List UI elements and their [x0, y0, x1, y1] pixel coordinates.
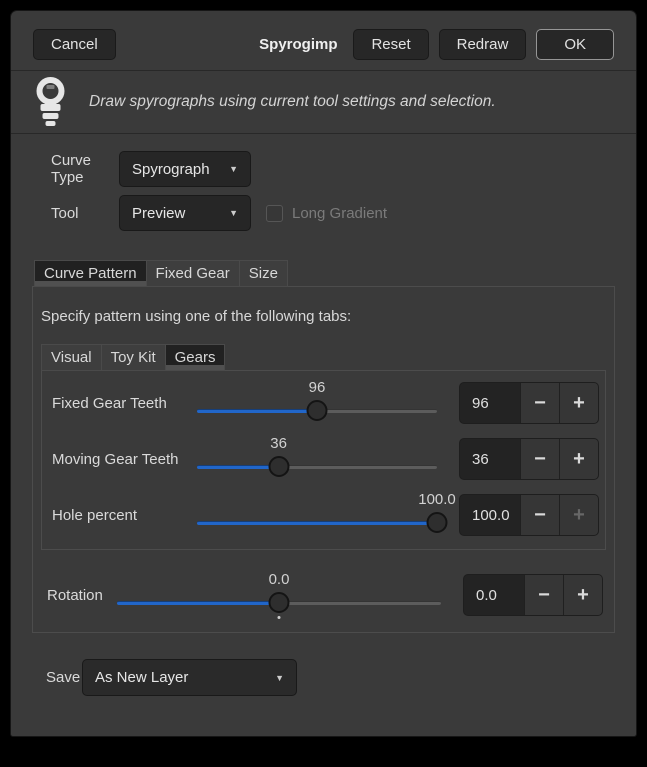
tab-gears[interactable]: Gears — [165, 344, 226, 371]
moving-gear-teeth-slider[interactable]: 36 — [197, 434, 437, 484]
cancel-button[interactable]: Cancel — [33, 29, 116, 60]
fixed-gear-teeth-slider[interactable]: 96 — [197, 378, 437, 428]
spyrogimp-dialog: Cancel Spyrogimp Reset Redraw OK Draw sp… — [10, 10, 637, 737]
rotation-label: Rotation — [47, 587, 117, 604]
tool-value: Preview — [132, 205, 185, 222]
gears-tab-page: Fixed Gear Teeth 96 96 − + Movi — [41, 370, 606, 550]
curve-type-dropdown[interactable]: Spyrograph ▼ — [119, 151, 251, 187]
hole-percent-spinbox: 100.0 − + — [459, 494, 599, 536]
plus-button[interactable]: + — [559, 383, 598, 423]
moving-gear-teeth-spinbox: 36 − + — [459, 438, 599, 480]
tab-curve-pattern[interactable]: Curve Pattern — [34, 260, 146, 287]
minus-button[interactable]: − — [524, 575, 563, 615]
hole-percent-slider[interactable]: 100.0 — [197, 490, 437, 540]
rotation-slider[interactable]: 0.0 — [117, 570, 441, 620]
pattern-tab-bar: Curve Pattern Fixed Gear Size — [34, 260, 636, 287]
tab-toy-kit[interactable]: Toy Kit — [101, 344, 165, 371]
slider-handle[interactable] — [269, 592, 290, 613]
reset-button[interactable]: Reset — [353, 29, 428, 60]
long-gradient-checkbox — [266, 205, 283, 222]
save-row: Save As New Layer ▼ — [46, 659, 636, 696]
minus-button[interactable]: − — [520, 495, 559, 535]
slider-fill — [197, 409, 317, 413]
slider-center-mark — [278, 616, 281, 619]
chevron-down-icon: ▼ — [229, 164, 238, 174]
slider-handle[interactable] — [307, 400, 328, 421]
slider-fill — [117, 601, 279, 605]
tool-dropdown[interactable]: Preview ▼ — [119, 195, 251, 231]
redraw-button[interactable]: Redraw — [439, 29, 527, 60]
info-message: Draw spyrographs using current tool sett… — [89, 93, 496, 111]
minus-button[interactable]: − — [520, 439, 559, 479]
rotation-spinbox: 0.0 − + — [463, 574, 603, 616]
chevron-down-icon: ▼ — [275, 673, 284, 683]
slider-value-label: 36 — [270, 435, 287, 452]
chevron-down-icon: ▼ — [229, 208, 238, 218]
top-controls: Curve Type Spyrograph ▼ Tool Preview ▼ L… — [11, 134, 636, 231]
moving-gear-teeth-row: Moving Gear Teeth 36 36 − + — [52, 431, 599, 487]
slider-handle[interactable] — [268, 456, 289, 477]
hole-percent-row: Hole percent 100.0 100.0 − + — [52, 487, 599, 543]
spin-entry[interactable]: 36 — [460, 439, 520, 479]
plus-button[interactable]: + — [563, 575, 602, 615]
slider-value-label: 100.0 — [418, 491, 456, 508]
dialog-title: Spyrogimp — [259, 36, 337, 53]
tab-fixed-gear[interactable]: Fixed Gear — [146, 260, 239, 287]
plus-button[interactable]: + — [559, 439, 598, 479]
save-value: As New Layer — [95, 669, 188, 686]
spin-entry[interactable]: 96 — [460, 383, 520, 423]
pattern-source-tab-bar: Visual Toy Kit Gears — [41, 344, 614, 371]
tab-visual[interactable]: Visual — [41, 344, 101, 371]
ok-button[interactable]: OK — [536, 29, 614, 60]
moving-gear-teeth-label: Moving Gear Teeth — [52, 451, 197, 468]
slider-fill — [197, 465, 279, 469]
tool-label: Tool — [51, 205, 119, 222]
pattern-notebook: Curve Pattern Fixed Gear Size Specify pa… — [11, 260, 636, 633]
curve-type-value: Spyrograph — [132, 161, 210, 178]
slider-value-label: 0.0 — [269, 571, 290, 588]
curve-type-label: Curve Type — [51, 152, 119, 186]
pattern-tab-page: Specify pattern using one of the followi… — [32, 286, 615, 633]
spin-entry[interactable]: 100.0 — [460, 495, 520, 535]
fixed-gear-teeth-label: Fixed Gear Teeth — [52, 395, 197, 412]
fixed-gear-teeth-row: Fixed Gear Teeth 96 96 − + — [52, 375, 599, 431]
save-label: Save — [46, 669, 82, 686]
rotation-row: Rotation 0.0 0.0 − + — [47, 564, 603, 626]
minus-button[interactable]: − — [520, 383, 559, 423]
dialog-header: Cancel Spyrogimp Reset Redraw OK — [11, 11, 636, 68]
plus-button: + — [559, 495, 598, 535]
lightbulb-icon — [34, 76, 67, 128]
pattern-description: Specify pattern using one of the followi… — [41, 308, 614, 325]
long-gradient-label: Long Gradient — [292, 205, 387, 222]
fixed-gear-teeth-spinbox: 96 − + — [459, 382, 599, 424]
save-dropdown[interactable]: As New Layer ▼ — [82, 659, 297, 696]
slider-fill — [197, 521, 437, 525]
slider-handle[interactable] — [427, 512, 448, 533]
hole-percent-label: Hole percent — [52, 507, 197, 524]
spin-entry[interactable]: 0.0 — [464, 575, 524, 615]
tab-size[interactable]: Size — [239, 260, 288, 287]
info-bar: Draw spyrographs using current tool sett… — [11, 70, 636, 134]
slider-value-label: 96 — [309, 379, 326, 396]
long-gradient-option: Long Gradient — [266, 205, 387, 222]
